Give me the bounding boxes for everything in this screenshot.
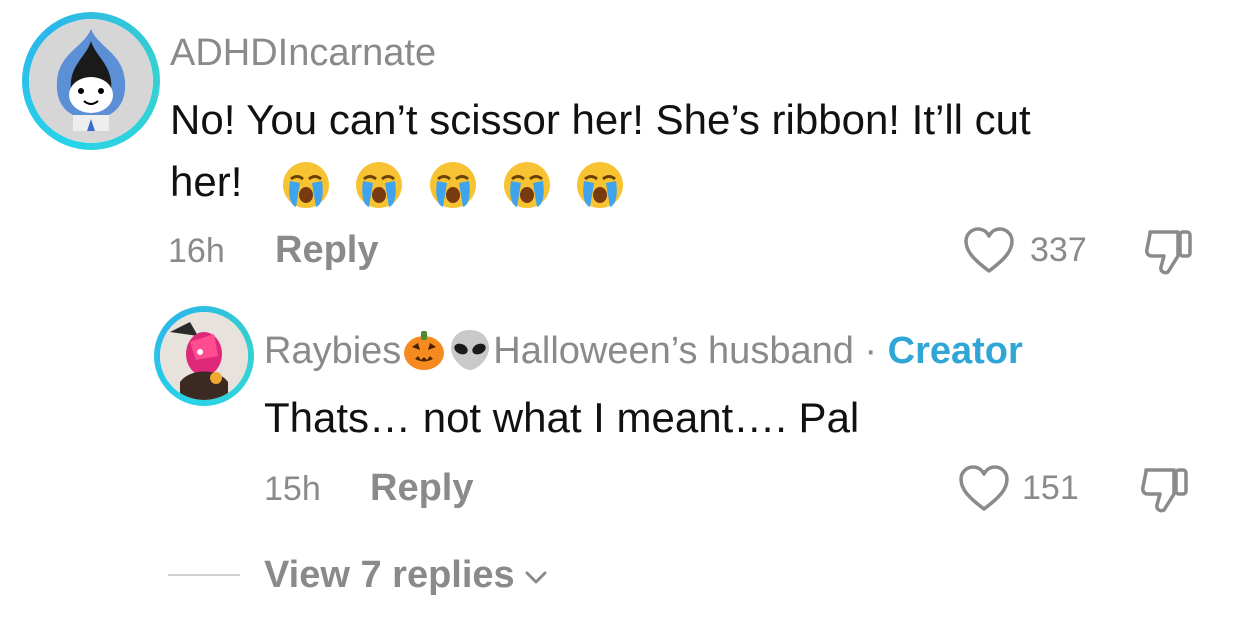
- reply-dislike-button[interactable]: [1138, 464, 1192, 516]
- comment-text-line1: No! You can’t scissor her! She’s ribbon!…: [170, 96, 1031, 143]
- divider-line: [168, 574, 240, 576]
- reply-reply-button[interactable]: Reply: [370, 467, 473, 510]
- loudly-crying-face-icon: [503, 161, 550, 208]
- thumbs-down-icon: [1141, 468, 1188, 513]
- comment-username[interactable]: ADHDIncarnate: [170, 32, 436, 75]
- view-replies-label: View 7 replies: [264, 554, 515, 596]
- alien-icon: [451, 329, 490, 370]
- creator-badge: Creator: [887, 330, 1023, 372]
- avatar-image: [29, 19, 153, 143]
- like-count: 337: [1030, 231, 1087, 269]
- avatar[interactable]: [22, 12, 160, 150]
- reply-text: Thats… not what I meant…. Pal: [264, 394, 860, 441]
- reply-username-prefix: Raybies: [264, 330, 402, 372]
- comment-time: 16h: [168, 232, 225, 270]
- jack-o-lantern-icon: [404, 330, 445, 370]
- reply-time: 15h: [264, 470, 321, 508]
- username-separator: ·: [864, 330, 878, 372]
- reply-button[interactable]: Reply: [275, 229, 378, 272]
- view-replies-button[interactable]: View 7 replies: [264, 554, 551, 597]
- loudly-crying-face-icon: [430, 161, 477, 208]
- reply-avatar[interactable]: [154, 306, 254, 406]
- loudly-crying-face-icon: [356, 161, 403, 208]
- like-button[interactable]: [963, 226, 1015, 276]
- reply-like-count: 151: [1022, 469, 1079, 507]
- reply-like-button[interactable]: [958, 464, 1010, 514]
- reply-avatar-image: [160, 312, 248, 400]
- thumbs-down-icon: [1145, 230, 1192, 275]
- comment-text-line2: her!: [170, 158, 243, 205]
- comment-text-line2-row: her!: [170, 150, 626, 214]
- reply-username-row[interactable]: Raybies Halloween’s husband · Creator: [264, 329, 1023, 373]
- heart-icon: [959, 465, 1009, 511]
- heart-icon: [964, 227, 1014, 273]
- chevron-down-icon: [525, 571, 547, 583]
- loudly-crying-face-icon: [282, 161, 329, 208]
- dislike-button[interactable]: [1142, 226, 1196, 278]
- loudly-crying-face-icon: [577, 161, 624, 208]
- reply-username-suffix: Halloween’s husband: [493, 330, 854, 372]
